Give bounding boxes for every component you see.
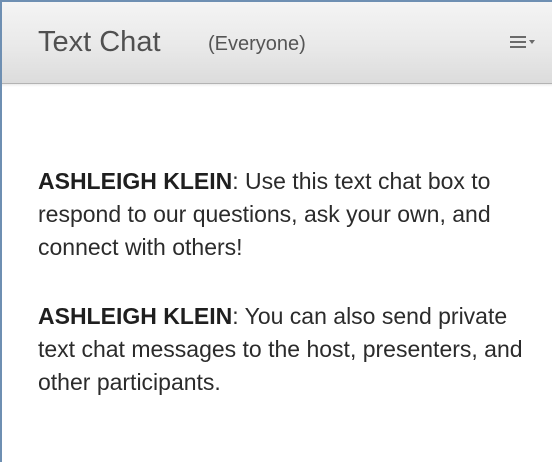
chat-message: ASHLEIGH KLEIN: You can also send privat… xyxy=(38,300,538,399)
message-sender: ASHLEIGH KLEIN xyxy=(38,303,233,329)
audience-label: (Everyone) xyxy=(208,33,306,55)
hamburger-menu-dropdown-icon xyxy=(510,36,535,48)
pod-header: Text Chat (Everyone) xyxy=(2,2,552,87)
pod-options-button[interactable] xyxy=(502,26,542,58)
pod-title: Text Chat xyxy=(38,26,161,58)
chat-message: ASHLEIGH KLEIN: Use this text chat box t… xyxy=(38,165,538,264)
chat-message-list[interactable]: ASHLEIGH KLEIN: Use this text chat box t… xyxy=(2,85,552,460)
message-sender: ASHLEIGH KLEIN xyxy=(38,168,233,194)
